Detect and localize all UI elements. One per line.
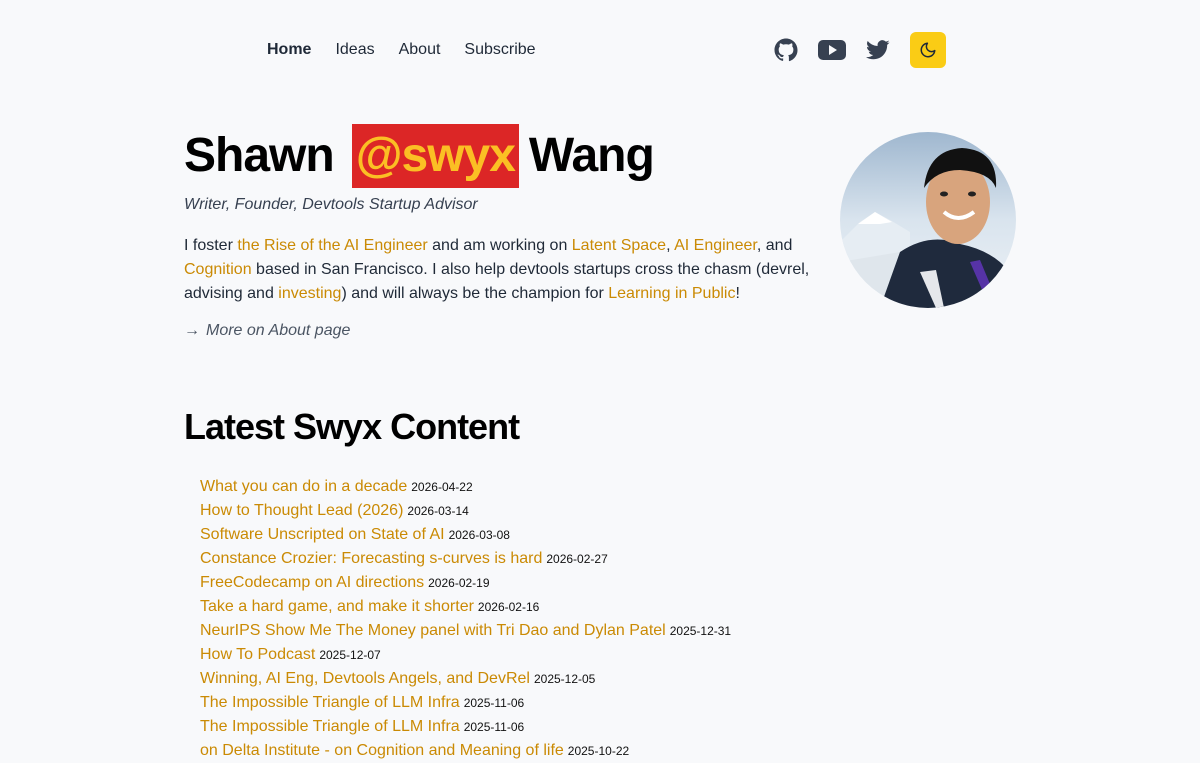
bio-text: , and: [756, 237, 793, 254]
github-icon[interactable]: [774, 38, 798, 62]
bio-text: ,: [666, 237, 675, 254]
bio-link-investing[interactable]: investing: [278, 285, 341, 302]
list-item: Software Unscripted on State of AI 2026-0…: [200, 523, 984, 547]
post-list: What you can do in a decade 2026-04-22 Ho…: [200, 475, 984, 763]
post-link[interactable]: Software Unscripted on State of AI: [200, 526, 445, 543]
bio-text: !: [735, 285, 740, 302]
list-item: How To Podcast 2025-12-07: [200, 643, 984, 667]
bio-text: and am working on: [427, 237, 572, 254]
bio-link-ai-engineer-rise[interactable]: the Rise of the AI Engineer: [237, 237, 427, 254]
post-link[interactable]: What you can do in a decade: [200, 478, 407, 495]
post-date: 2025-12-05: [533, 672, 596, 686]
list-item: NeurIPS Show Me The Money panel with Tri…: [200, 619, 984, 643]
top-nav: Home Ideas About Subscribe: [0, 0, 1200, 100]
list-item: FreeCodecamp on AI directions 2026-02-19: [200, 571, 984, 595]
bio-link-latent-space[interactable]: Latent Space: [572, 237, 666, 254]
post-date: 2026-03-14: [407, 504, 469, 518]
list-item: The Impossible Triangle of LLM Infra 2025…: [200, 691, 984, 715]
nav-subscribe-link[interactable]: Subscribe: [464, 40, 535, 60]
title-last-name: Wang: [528, 129, 655, 182]
tagline: Writer, Founder, Devtools Startup Adviso…: [184, 196, 478, 213]
avatar: [840, 132, 1016, 308]
post-link[interactable]: The Impossible Triangle of LLM Infra: [200, 718, 460, 735]
moon-icon: [919, 41, 937, 59]
latest-content-section: Latest Swyx Content What you can do in a…: [184, 405, 984, 763]
nav-ideas-link[interactable]: Ideas: [335, 40, 374, 60]
youtube-icon[interactable]: [818, 38, 846, 62]
bio-link-cognition[interactable]: Cognition: [184, 261, 252, 278]
social-icons: [774, 32, 946, 68]
post-link[interactable]: on Delta Institute - on Cognition and Me…: [200, 742, 564, 759]
post-date: 2025-12-31: [669, 624, 732, 638]
nav-about-link[interactable]: About: [399, 40, 441, 60]
page-title: Shawn @swyx Wang: [184, 124, 814, 188]
more-about-label: More on About page: [206, 322, 351, 339]
list-item: Constance Crozier: Forecasting s-curves …: [200, 547, 984, 571]
bio-paragraph: I foster the Rise of the AI Engineer and…: [184, 234, 814, 306]
post-date: 2026-02-27: [546, 552, 608, 566]
arrow-right-icon: →: [184, 322, 200, 339]
post-date: 2025-12-07: [319, 648, 381, 662]
post-link[interactable]: Constance Crozier: Forecasting s-curves …: [200, 550, 542, 567]
list-item: How to Thought Lead (2026) 2026-03-14: [200, 499, 984, 523]
list-item: The Impossible Triangle of LLM Infra 2025…: [200, 715, 984, 739]
title-first-name: Shawn: [184, 129, 335, 182]
theme-toggle-button[interactable]: [910, 32, 946, 68]
post-link[interactable]: Winning, AI Eng, Devtools Angels, and De…: [200, 670, 530, 687]
title-handle: @swyx: [351, 124, 519, 188]
post-date: 2025-10-22: [567, 744, 630, 758]
post-date: 2025-11-06: [463, 720, 525, 734]
bio-link-ai-engineer[interactable]: AI Engineer: [674, 237, 757, 254]
post-link[interactable]: How to Thought Lead (2026): [200, 502, 403, 519]
more-about-link[interactable]: → More on About page: [184, 322, 814, 340]
post-date: 2025-11-06: [463, 696, 525, 710]
list-item: What you can do in a decade 2026-04-22: [200, 475, 984, 499]
nav-links: Home Ideas About Subscribe: [267, 40, 536, 60]
post-link[interactable]: The Impossible Triangle of LLM Infra: [200, 694, 460, 711]
post-date: 2026-03-08: [448, 528, 510, 542]
post-link[interactable]: FreeCodecamp on AI directions: [200, 574, 424, 591]
bio-text: I foster: [184, 237, 238, 254]
post-date: 2026-02-16: [477, 600, 540, 614]
hero-section: Shawn @swyx Wang Writer, Founder, Devtoo…: [184, 124, 814, 340]
post-link[interactable]: Take a hard game, and make it shorter: [200, 598, 474, 615]
twitter-icon[interactable]: [866, 38, 890, 62]
bio-link-learning-in-public[interactable]: Learning in Public: [608, 285, 735, 302]
latest-heading: Latest Swyx Content: [184, 406, 520, 447]
post-date: 2026-04-22: [411, 480, 473, 494]
bio-text: ) and will always be the champion for: [341, 285, 609, 302]
post-link[interactable]: NeurIPS Show Me The Money panel with Tri…: [200, 622, 666, 639]
nav-home-link[interactable]: Home: [267, 40, 311, 60]
list-item: on Delta Institute - on Cognition and Me…: [200, 739, 984, 763]
post-date: 2026-02-19: [428, 576, 490, 590]
list-item: Take a hard game, and make it shorter 202…: [200, 595, 984, 619]
list-item: Winning, AI Eng, Devtools Angels, and De…: [200, 667, 984, 691]
post-link[interactable]: How To Podcast: [200, 646, 315, 663]
